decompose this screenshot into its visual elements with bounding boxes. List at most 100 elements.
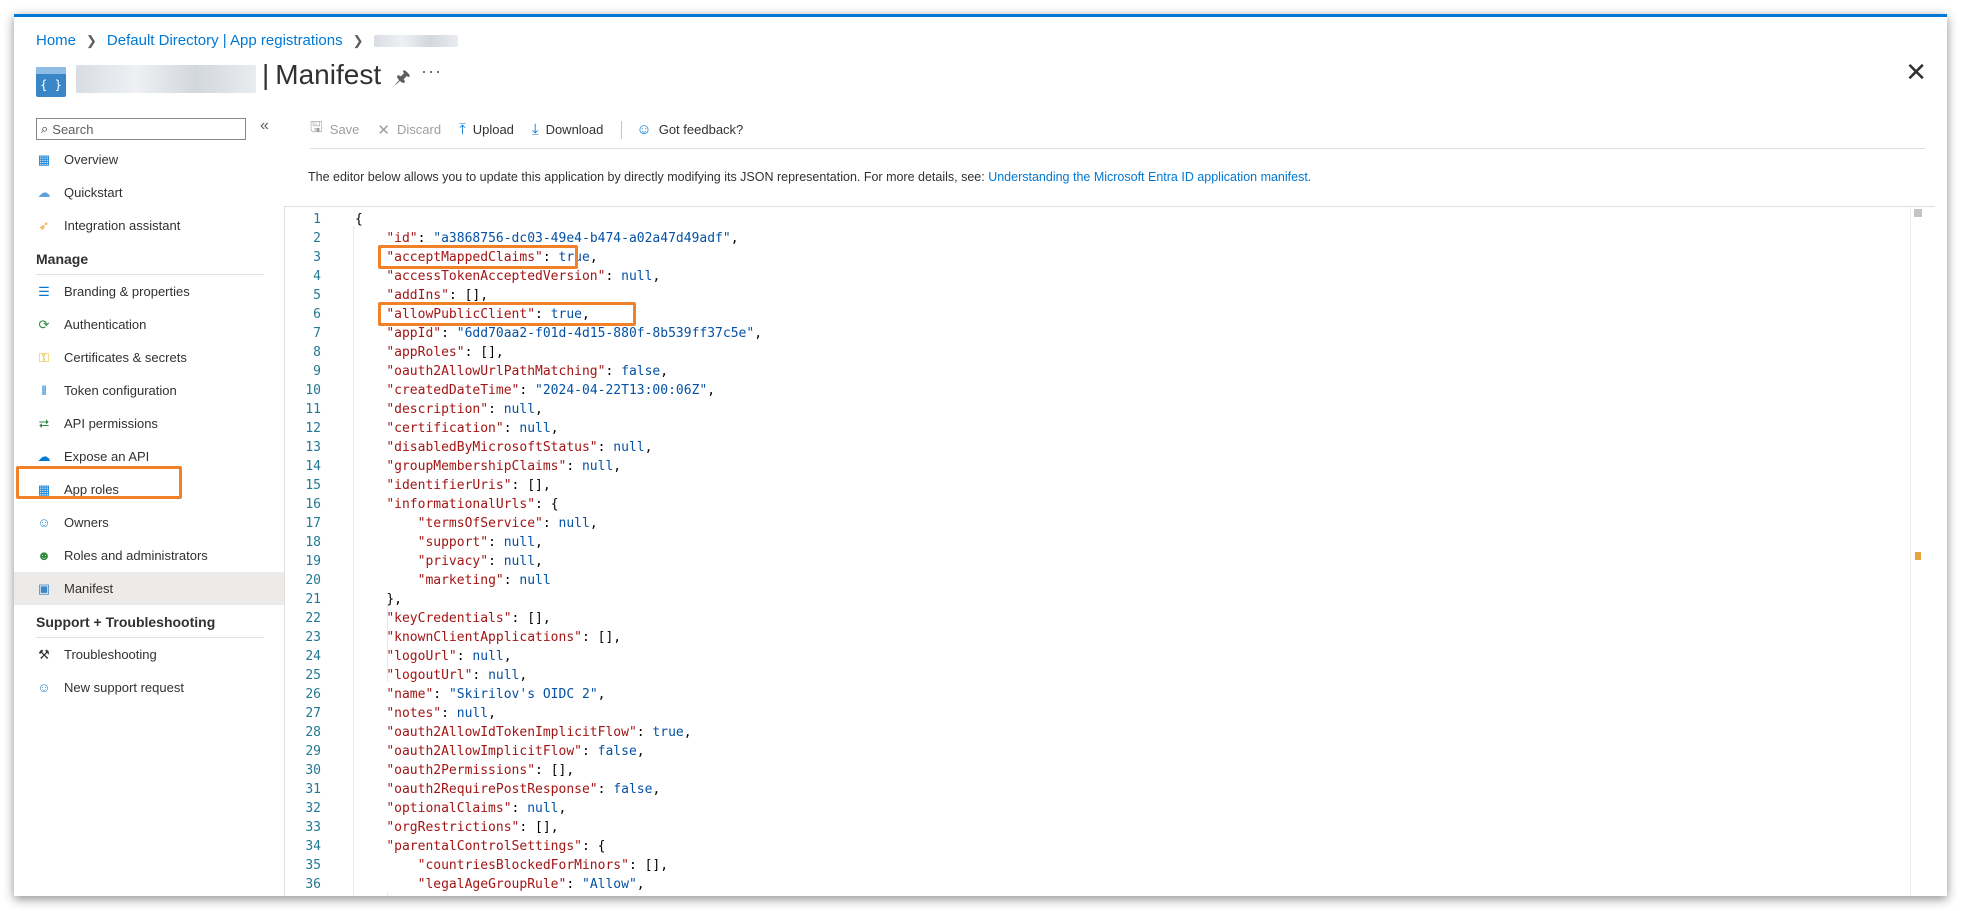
rocket-icon: ➶ bbox=[38, 217, 50, 233]
sidebar-item-quickstart[interactable]: ☁ Quickstart bbox=[36, 176, 294, 209]
json-key: "appRoles" bbox=[386, 345, 465, 360]
code-line[interactable]: 11 "description": null, bbox=[285, 400, 1885, 419]
code-line[interactable]: 1{ bbox=[285, 210, 1885, 229]
code-line[interactable]: 4 "accessTokenAcceptedVersion": null, bbox=[285, 267, 1885, 286]
cloud-icon: ☁ bbox=[37, 184, 51, 200]
code-line[interactable]: 24 "logoUrl": null, bbox=[285, 647, 1885, 666]
json-key: "keyCredentials" bbox=[386, 611, 512, 626]
json-literal-value: null bbox=[558, 516, 590, 531]
code-line[interactable]: 29 "oauth2AllowImplicitFlow": false, bbox=[285, 742, 1885, 761]
code-line[interactable]: 25 "logoutUrl": null, bbox=[285, 666, 1885, 685]
sidebar-item-manifest[interactable]: ▣ Manifest bbox=[14, 572, 294, 605]
sidebar-nav: ▦ Overview ☁ Quickstart ➶ Integration as… bbox=[14, 143, 294, 704]
page-title: | Manifest bbox=[262, 59, 382, 90]
json-key: "support" bbox=[417, 535, 489, 550]
code-line[interactable]: 15 "identifierUris": [], bbox=[285, 476, 1885, 495]
sidebar-item-token-configuration[interactable]: ‖ Token configuration bbox=[36, 374, 294, 407]
code-line[interactable]: 17 "termsOfService": null, bbox=[285, 514, 1885, 533]
sidebar-item-owners[interactable]: ☺ Owners bbox=[36, 506, 294, 539]
discard-button[interactable]: ✕ Discard bbox=[377, 121, 441, 139]
code-line[interactable]: 10 "createdDateTime": "2024-04-22T13:00:0… bbox=[285, 381, 1885, 400]
owners-icon: ☺ bbox=[37, 515, 51, 530]
save-icon: 🖫 bbox=[310, 119, 323, 136]
key-icon: ⚿ bbox=[39, 349, 49, 365]
sidebar-item-new-support-request[interactable]: ☺ New support request bbox=[36, 671, 294, 704]
code-line[interactable]: 35 "countriesBlockedForMinors": [], bbox=[285, 856, 1885, 875]
code-text: "legalAgeGroupRule": "Allow", bbox=[417, 877, 645, 892]
json-key: "identifierUris" bbox=[386, 478, 512, 493]
code-line[interactable]: 9 "oauth2AllowUrlPathMatching": false, bbox=[285, 362, 1885, 381]
breadcrumb-directory[interactable]: Default Directory | App registrations bbox=[107, 32, 343, 49]
breadcrumb-app-redacted[interactable] bbox=[373, 34, 458, 47]
download-button[interactable]: ⤓ Download bbox=[532, 121, 603, 138]
code-text: "accessTokenAcceptedVersion": null, bbox=[386, 269, 661, 284]
code-line[interactable]: 31 "oauth2RequirePostResponse": false, bbox=[285, 780, 1885, 799]
code-line[interactable]: 30 "oauth2Permissions": [], bbox=[285, 761, 1885, 780]
code-line[interactable]: 32 "optionalClaims": null, bbox=[285, 799, 1885, 818]
sidebar-item-branding[interactable]: ☰ Branding & properties bbox=[36, 275, 294, 308]
scrollbar-marker bbox=[1915, 552, 1921, 560]
code-line[interactable]: 20 "marketing": null bbox=[285, 571, 1885, 590]
code-line[interactable]: 33 "orgRestrictions": [], bbox=[285, 818, 1885, 837]
code-line[interactable]: 14 "groupMembershipClaims": null, bbox=[285, 457, 1885, 476]
code-line[interactable]: 28 "oauth2AllowIdTokenImplicitFlow": true… bbox=[285, 723, 1885, 742]
line-number: 23 bbox=[305, 630, 321, 645]
scrollbar-thumb[interactable] bbox=[1914, 209, 1922, 217]
sidebar-item-authentication[interactable]: ⟳ Authentication bbox=[36, 308, 294, 341]
json-string-value: "Skirilov's OIDC 2" bbox=[448, 687, 598, 702]
line-number: 16 bbox=[305, 497, 321, 512]
breadcrumb-home[interactable]: Home bbox=[36, 32, 76, 49]
code-text: }, bbox=[386, 592, 402, 607]
close-icon[interactable]: ✕ bbox=[1905, 57, 1927, 88]
code-line[interactable]: 34 "parentalControlSettings": { bbox=[285, 837, 1885, 856]
json-literal-value: false bbox=[613, 782, 653, 797]
more-options-icon[interactable]: ··· bbox=[421, 61, 442, 82]
line-number: 32 bbox=[305, 801, 321, 816]
upload-button[interactable]: ⤒ Upload bbox=[459, 121, 514, 138]
code-line[interactable]: 13 "disabledByMicrosoftStatus": null, bbox=[285, 438, 1885, 457]
collapse-sidebar-icon[interactable]: « bbox=[260, 117, 269, 135]
discard-icon: ✕ bbox=[377, 121, 390, 139]
cloud-api-icon: ☁ bbox=[37, 448, 51, 464]
code-line[interactable]: 22 "keyCredentials": [], bbox=[285, 609, 1885, 628]
code-line[interactable]: 26 "name": "Skirilov's OIDC 2", bbox=[285, 685, 1885, 704]
sidebar-search-input[interactable]: ⌕ Search bbox=[36, 118, 246, 140]
code-text: "termsOfService": null, bbox=[417, 516, 598, 531]
code-line[interactable]: 16 "informationalUrls": { bbox=[285, 495, 1885, 514]
code-line[interactable]: 36 "legalAgeGroupRule": "Allow", bbox=[285, 875, 1885, 894]
feedback-button[interactable]: ☺ Got feedback? bbox=[636, 121, 743, 138]
code-line[interactable]: 12 "certification": null, bbox=[285, 419, 1885, 438]
sidebar-item-troubleshooting[interactable]: ⚒ Troubleshooting bbox=[36, 638, 294, 671]
code-line[interactable]: 21}, bbox=[285, 590, 1885, 609]
code-line[interactable]: 8 "appRoles": [], bbox=[285, 343, 1885, 362]
pin-icon[interactable]: 🖈 bbox=[394, 65, 411, 95]
support-person-icon: ☺ bbox=[37, 680, 51, 695]
code-text: "description": null, bbox=[386, 402, 543, 417]
json-literal-value: null bbox=[488, 668, 520, 683]
sidebar-item-roles-administrators[interactable]: ☻ Roles and administrators bbox=[36, 539, 294, 572]
json-literal-value: null bbox=[613, 440, 645, 455]
manifest-docs-link[interactable]: Understanding the Microsoft Entra ID app… bbox=[988, 170, 1311, 184]
json-key: "oauth2RequirePostResponse" bbox=[386, 782, 598, 797]
json-literal-value: null bbox=[503, 554, 536, 569]
sidebar-item-certificates[interactable]: ⚿ Certificates & secrets bbox=[36, 341, 294, 374]
code-line[interactable]: 27 "notes": null, bbox=[285, 704, 1885, 723]
json-literal-value: null bbox=[519, 421, 551, 436]
line-number: 11 bbox=[305, 402, 321, 417]
code-line[interactable]: 18 "support": null, bbox=[285, 533, 1885, 552]
json-key: "groupMembershipClaims" bbox=[386, 459, 567, 474]
sidebar-item-overview[interactable]: ▦ Overview bbox=[36, 143, 294, 176]
editor-scrollbar[interactable] bbox=[1910, 207, 1925, 896]
sidebar-item-integration-assistant[interactable]: ➶ Integration assistant bbox=[36, 209, 294, 242]
code-line[interactable]: 19 "privacy": null, bbox=[285, 552, 1885, 571]
json-literal-value: null bbox=[621, 269, 653, 284]
code-line[interactable]: 23 "knownClientApplications": [], bbox=[285, 628, 1885, 647]
sidebar-item-api-permissions[interactable]: ⮂ API permissions bbox=[36, 407, 294, 440]
save-button[interactable]: 🖫 Save bbox=[310, 117, 359, 142]
json-key: "logoUrl" bbox=[386, 649, 457, 664]
code-line[interactable]: 7 "appId": "6dd70aa2-f01d-4d15-880f-8b539… bbox=[285, 324, 1885, 343]
code-text: "groupMembershipClaims": null, bbox=[386, 459, 622, 474]
wrench-icon: ⚒ bbox=[38, 646, 50, 662]
line-number: 4 bbox=[313, 269, 321, 284]
download-icon: ⤓ bbox=[531, 121, 539, 138]
